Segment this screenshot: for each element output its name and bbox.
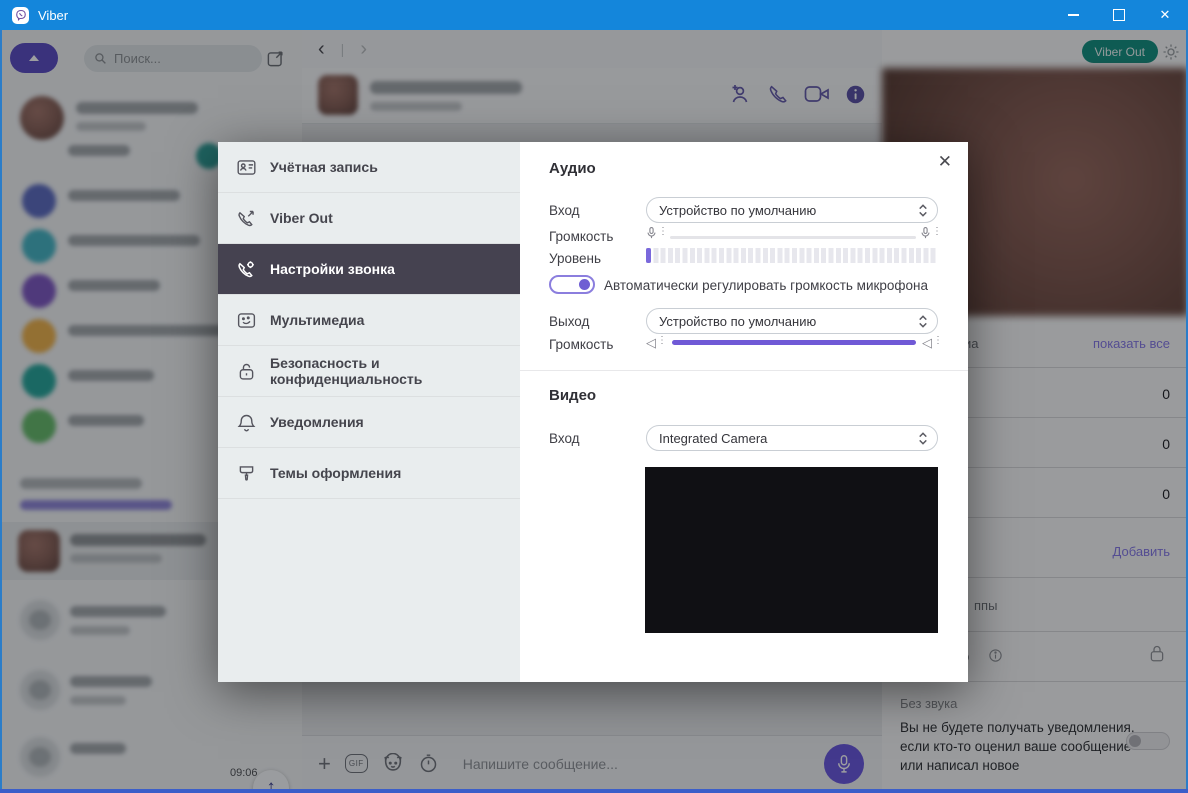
viber-logo-icon bbox=[12, 6, 29, 24]
spinner-icon bbox=[919, 314, 927, 328]
input-volume-label: Громкость bbox=[549, 229, 614, 244]
lock-icon bbox=[239, 363, 254, 380]
multimedia-icon bbox=[237, 312, 256, 328]
settings-menu: Учётная запись Viber Out Настройки звонк… bbox=[218, 142, 520, 682]
settings-dialog: Учётная запись Viber Out Настройки звонк… bbox=[218, 142, 968, 682]
menu-item-label: Viber Out bbox=[270, 210, 333, 226]
video-input-select[interactable]: Integrated Camera bbox=[646, 425, 938, 451]
close-icon: ✕ bbox=[1159, 7, 1171, 22]
themes-icon bbox=[239, 465, 254, 481]
window-edge-bottom bbox=[0, 789, 1188, 793]
spinner-icon bbox=[919, 203, 927, 217]
agc-label: Автоматически регулировать громкость мик… bbox=[604, 278, 928, 293]
menu-item-call-settings[interactable]: Настройки звонка bbox=[218, 244, 520, 295]
minimize-icon bbox=[1067, 14, 1079, 16]
call-settings-icon bbox=[238, 260, 254, 277]
speaker-menu-dots[interactable]: ⋮ bbox=[933, 335, 943, 346]
menu-item-label: Мультимедиа bbox=[270, 312, 365, 328]
level-active-segment bbox=[646, 248, 651, 263]
menu-item-multimedia[interactable]: Мультимедиа bbox=[218, 295, 520, 346]
output-volume-slider[interactable] bbox=[672, 340, 916, 345]
mic-menu-dots[interactable]: ⋮ bbox=[658, 226, 668, 237]
speaker-menu-dots[interactable]: ⋮ bbox=[657, 335, 667, 346]
call-settings-pane: ✕ Аудио Вход Устройство по умолчанию Гро… bbox=[520, 142, 968, 682]
video-heading: Видео bbox=[549, 387, 597, 404]
section-divider bbox=[520, 370, 968, 371]
level-label: Уровень bbox=[549, 251, 602, 266]
menu-item-account[interactable]: Учётная запись bbox=[218, 142, 520, 193]
selected-device: Устройство по умолчанию bbox=[659, 202, 817, 218]
input-volume-slider[interactable] bbox=[670, 236, 916, 239]
audio-heading: Аудио bbox=[549, 160, 596, 177]
menu-item-notifications[interactable]: Уведомления bbox=[218, 397, 520, 448]
output-volume-label: Громкость bbox=[549, 337, 614, 352]
microphone-icon bbox=[647, 226, 656, 239]
microphone-icon bbox=[921, 226, 930, 239]
maximize-icon bbox=[1113, 9, 1125, 21]
viber-window: Поиск... 09:06 ↑ ‹ | › + GIF Напишите со… bbox=[0, 0, 1188, 793]
agc-toggle[interactable] bbox=[549, 275, 595, 294]
menu-item-viber-out[interactable]: Viber Out bbox=[218, 193, 520, 244]
spinner-icon bbox=[919, 431, 927, 445]
mic-menu-dots[interactable]: ⋮ bbox=[932, 226, 942, 237]
bell-icon bbox=[237, 414, 256, 431]
video-input-label: Вход bbox=[549, 431, 580, 446]
speaker-icon: ◁ bbox=[646, 335, 656, 350]
menu-item-label: Уведомления bbox=[270, 414, 364, 430]
camera-preview bbox=[645, 467, 938, 633]
toggle-knob bbox=[579, 279, 590, 290]
input-level-meter bbox=[646, 248, 938, 263]
menu-item-label: Безопасность и конфиденциальность bbox=[270, 355, 423, 387]
menu-item-label: Темы оформления bbox=[270, 465, 402, 481]
close-button[interactable]: ✕ bbox=[1142, 0, 1188, 30]
audio-output-select[interactable]: Устройство по умолчанию bbox=[646, 308, 938, 334]
close-icon[interactable]: ✕ bbox=[934, 148, 956, 176]
maximize-button[interactable] bbox=[1096, 0, 1142, 30]
menu-item-label: Учётная запись bbox=[270, 159, 378, 175]
window-edge-left bbox=[0, 30, 2, 789]
titlebar: Viber ✕ bbox=[0, 0, 1188, 30]
account-card-icon bbox=[237, 159, 256, 175]
menu-item-themes[interactable]: Темы оформления bbox=[218, 448, 520, 499]
menu-item-security[interactable]: Безопасность и конфиденциальность bbox=[218, 346, 520, 397]
window-title: Viber bbox=[38, 7, 69, 23]
menu-item-label: Настройки звонка bbox=[270, 261, 395, 277]
minimize-button[interactable] bbox=[1050, 0, 1096, 30]
viber-out-icon bbox=[238, 210, 254, 226]
audio-input-select[interactable]: Устройство по умолчанию bbox=[646, 197, 938, 223]
selected-device: Integrated Camera bbox=[659, 430, 768, 446]
audio-output-label: Выход bbox=[549, 314, 590, 329]
audio-input-label: Вход bbox=[549, 203, 580, 218]
speaker-icon: ◁ bbox=[922, 335, 932, 350]
selected-device: Устройство по умолчанию bbox=[659, 313, 817, 329]
